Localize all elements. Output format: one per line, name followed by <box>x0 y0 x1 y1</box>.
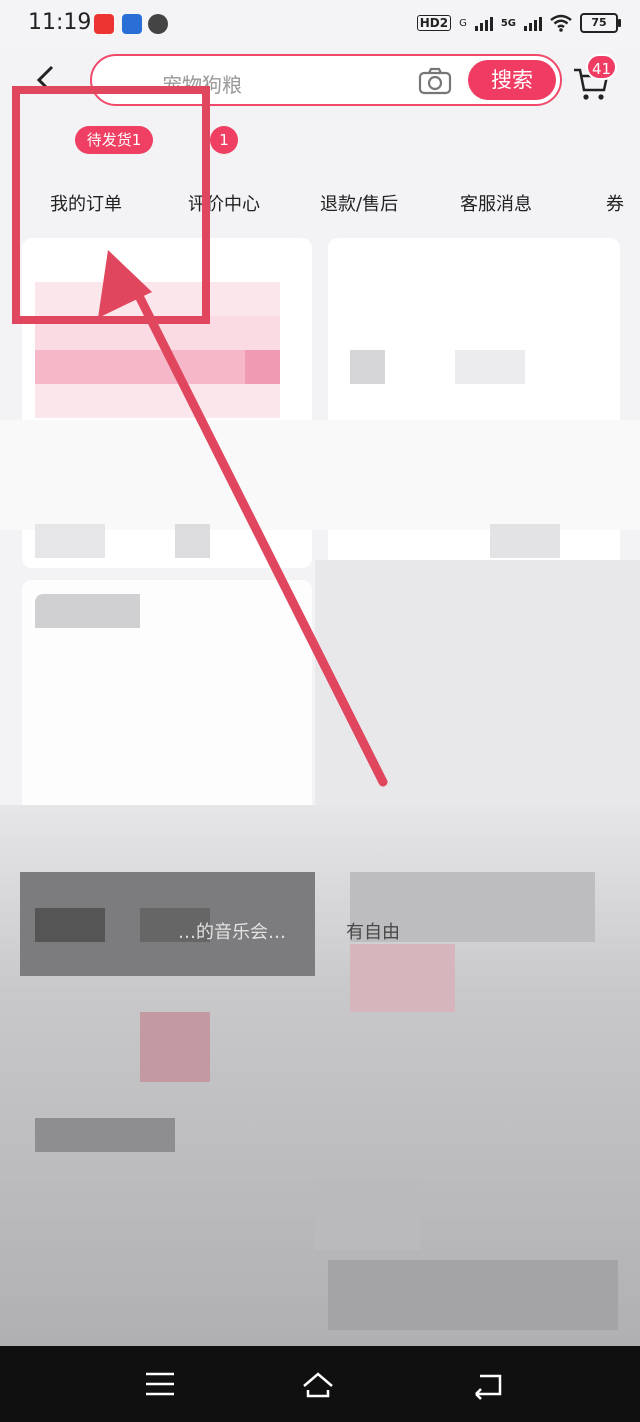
return-icon[interactable] <box>470 1368 506 1400</box>
system-nav-bar <box>0 1346 640 1422</box>
home-icon[interactable] <box>300 1368 336 1400</box>
menu-icon[interactable] <box>142 1368 178 1400</box>
annotation-arrow <box>98 250 388 787</box>
